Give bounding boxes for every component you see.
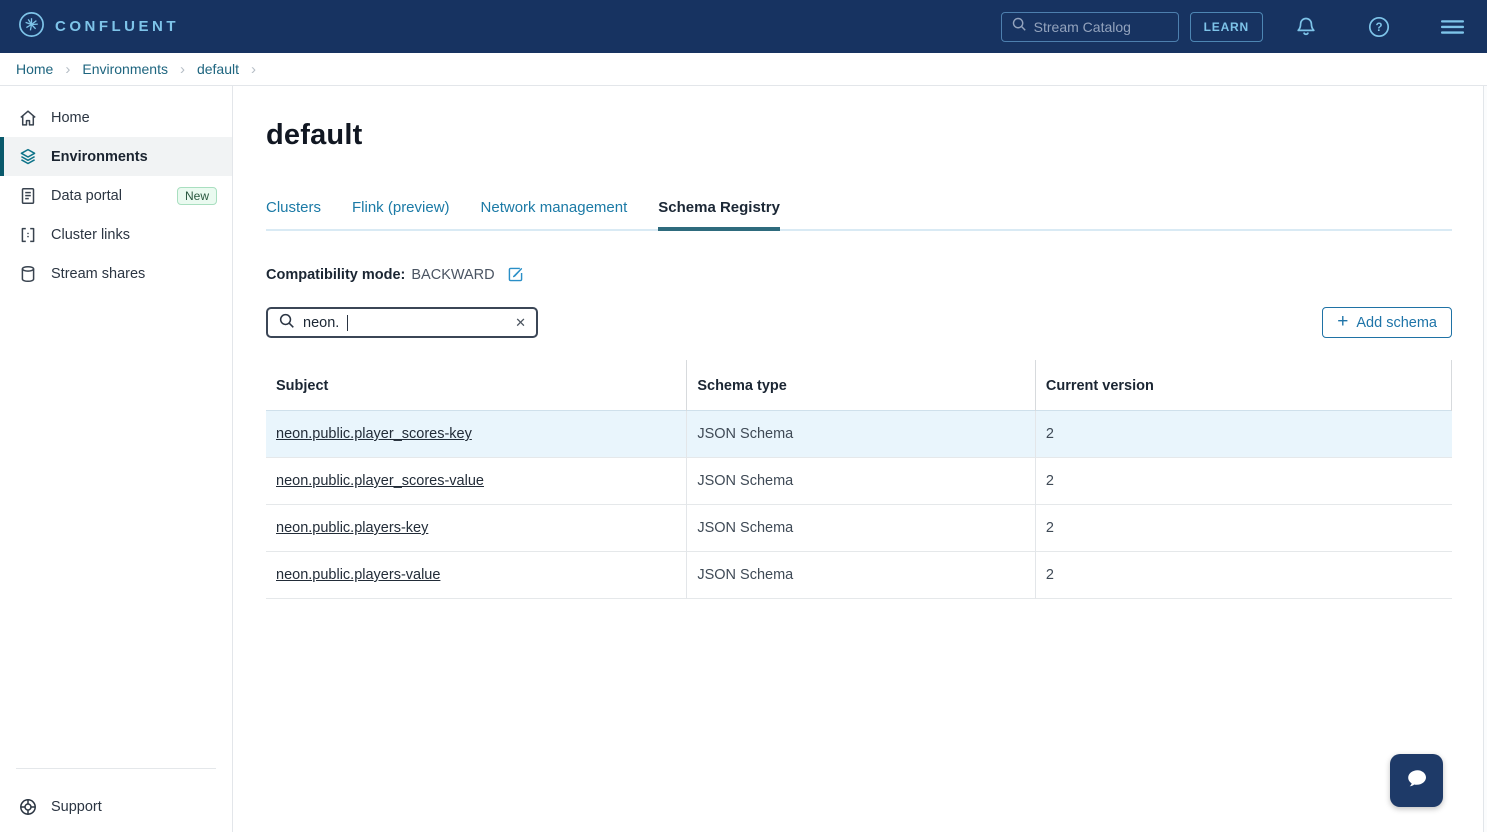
sidebar-item-environments[interactable]: Environments: [0, 137, 232, 176]
schema-table: Subject Schema type Current version neon…: [266, 360, 1452, 599]
brand-name: CONFLUENT: [55, 18, 179, 35]
layers-icon: [18, 147, 38, 167]
breadcrumb-home[interactable]: Home: [16, 61, 53, 77]
tab-clusters[interactable]: Clusters: [266, 199, 321, 229]
sidebar-divider: [16, 768, 216, 769]
tab-schema-registry[interactable]: Schema Registry: [658, 199, 780, 229]
schema-type-cell: JSON Schema: [687, 505, 1036, 552]
document-icon: [18, 186, 38, 206]
current-version-cell: 2: [1035, 552, 1451, 599]
sidebar-item-label: Environments: [51, 149, 148, 165]
column-header-current-version: Current version: [1035, 360, 1451, 411]
top-navbar: CONFLUENT LEARN ?: [0, 0, 1487, 53]
cluster-links-icon: [18, 225, 38, 245]
stream-catalog-input[interactable]: [1034, 19, 1169, 35]
subject-search-input[interactable]: neon. ✕: [266, 307, 538, 338]
sidebar-item-label: Stream shares: [51, 266, 145, 282]
table-row[interactable]: neon.public.player_scores-key JSON Schem…: [266, 411, 1452, 458]
column-header-schema-type: Schema type: [687, 360, 1036, 411]
confluent-logo-icon: [18, 11, 45, 43]
table-header-row: Subject Schema type Current version: [266, 360, 1452, 411]
sidebar-item-label: Support: [51, 799, 102, 815]
current-version-cell: 2: [1035, 411, 1451, 458]
compatibility-mode-value: BACKWARD: [411, 267, 494, 283]
vertical-scrollbar[interactable]: [1483, 86, 1487, 832]
edit-icon[interactable]: [506, 265, 525, 284]
sidebar-item-label: Home: [51, 110, 90, 126]
tab-network-management[interactable]: Network management: [481, 199, 628, 229]
lifebuoy-icon: [18, 797, 38, 817]
column-header-subject: Subject: [266, 360, 687, 411]
breadcrumb-default[interactable]: default: [197, 61, 239, 77]
search-icon: [1011, 16, 1027, 37]
sidebar-item-stream-shares[interactable]: Stream shares: [0, 254, 232, 293]
chevron-right-icon: ›: [180, 61, 185, 78]
sidebar: Home Environments Data po: [0, 86, 233, 832]
help-icon[interactable]: ?: [1366, 14, 1392, 40]
table-row[interactable]: neon.public.players-value JSON Schema 2: [266, 552, 1452, 599]
svg-text:?: ?: [1375, 22, 1382, 34]
compatibility-mode-row: Compatibility mode: BACKWARD: [266, 265, 1452, 284]
plus-icon: +: [1337, 311, 1348, 333]
sidebar-item-cluster-links[interactable]: Cluster links: [0, 215, 232, 254]
tab-flink-preview[interactable]: Flink (preview): [352, 199, 450, 229]
compatibility-mode-label: Compatibility mode:: [266, 267, 405, 283]
stream-catalog-search[interactable]: [1001, 12, 1179, 42]
database-icon: [18, 264, 38, 284]
new-badge: New: [177, 187, 217, 205]
sidebar-item-data-portal[interactable]: Data portal New: [0, 176, 232, 215]
search-icon: [278, 312, 295, 334]
subject-link[interactable]: neon.public.player_scores-value: [276, 473, 484, 489]
bell-icon[interactable]: [1293, 14, 1319, 40]
current-version-cell: 2: [1035, 458, 1451, 505]
search-query-text: neon.: [303, 315, 339, 331]
chevron-right-icon: ›: [65, 61, 70, 78]
hamburger-menu-icon[interactable]: [1439, 14, 1465, 40]
add-schema-label: Add schema: [1356, 315, 1437, 331]
sidebar-item-label: Cluster links: [51, 227, 130, 243]
breadcrumb: Home › Environments › default ›: [0, 53, 1487, 86]
chat-support-button[interactable]: [1390, 754, 1443, 807]
clear-search-icon[interactable]: ✕: [515, 316, 526, 329]
sidebar-item-support[interactable]: Support: [0, 787, 232, 826]
subject-link[interactable]: neon.public.players-key: [276, 520, 428, 536]
subject-link[interactable]: neon.public.player_scores-key: [276, 426, 472, 442]
home-icon: [18, 108, 38, 128]
sidebar-item-home[interactable]: Home: [0, 98, 232, 137]
main-content: default Clusters Flink (preview) Network…: [233, 86, 1487, 832]
page-title: default: [266, 119, 1452, 152]
current-version-cell: 2: [1035, 505, 1451, 552]
table-row[interactable]: neon.public.player_scores-value JSON Sch…: [266, 458, 1452, 505]
subject-link[interactable]: neon.public.players-value: [276, 567, 440, 583]
learn-button[interactable]: LEARN: [1190, 12, 1263, 42]
schema-type-cell: JSON Schema: [687, 458, 1036, 505]
breadcrumb-environments[interactable]: Environments: [82, 61, 168, 77]
text-cursor: [347, 315, 348, 331]
schema-type-cell: JSON Schema: [687, 411, 1036, 458]
sidebar-item-label: Data portal: [51, 188, 122, 204]
table-row[interactable]: neon.public.players-key JSON Schema 2: [266, 505, 1452, 552]
tab-bar: Clusters Flink (preview) Network managem…: [266, 199, 1452, 231]
chevron-right-icon: ›: [251, 61, 256, 78]
confluent-logo[interactable]: CONFLUENT: [18, 11, 179, 43]
schema-type-cell: JSON Schema: [687, 552, 1036, 599]
add-schema-button[interactable]: + Add schema: [1322, 307, 1452, 338]
chat-bubble-icon: [1402, 764, 1432, 797]
